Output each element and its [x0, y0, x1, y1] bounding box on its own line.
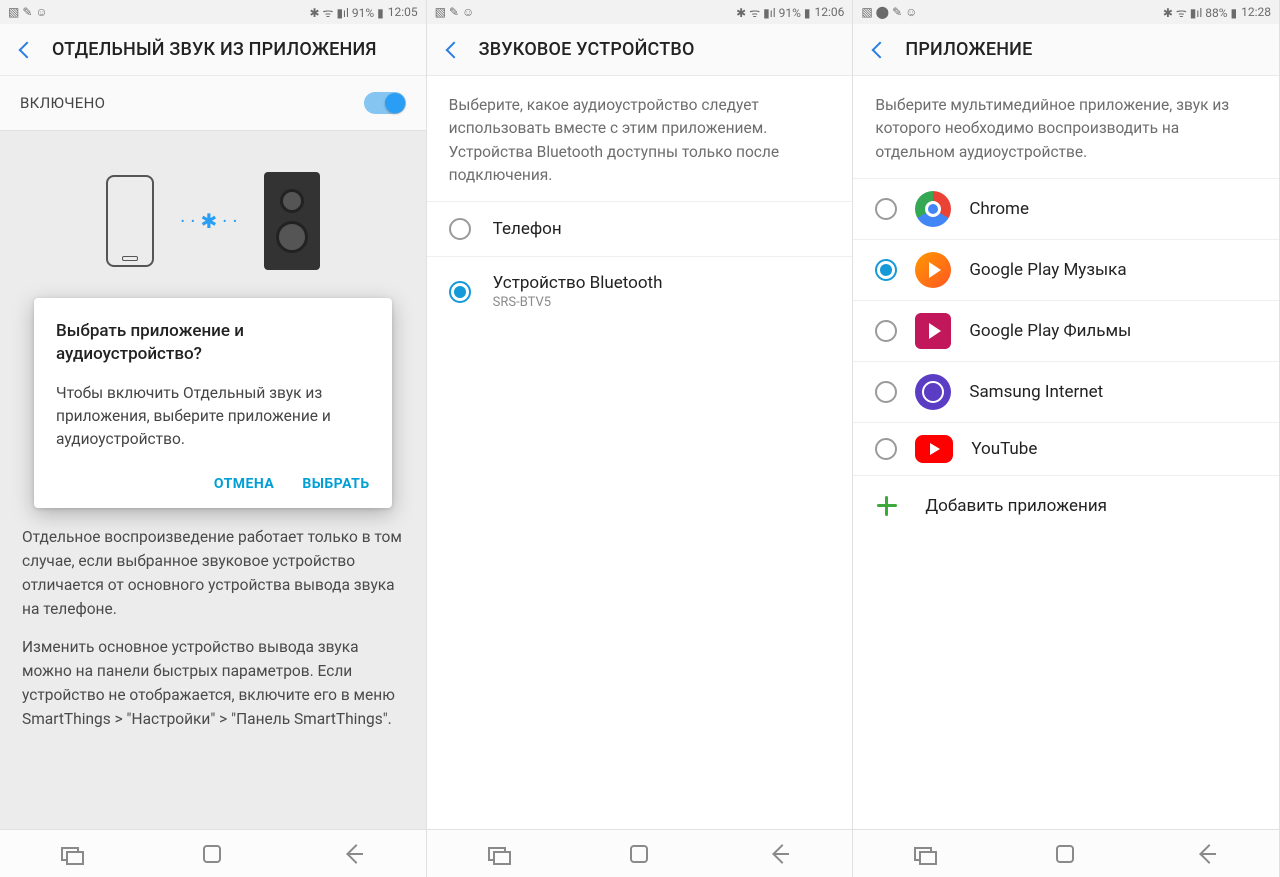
back-icon[interactable] — [16, 40, 36, 60]
back-nav-icon[interactable] — [769, 843, 791, 865]
back-nav-icon[interactable] — [343, 843, 365, 865]
app-option-play-music[interactable]: Google Play Музыка — [853, 239, 1279, 300]
device-option-phone[interactable]: Телефон — [427, 201, 853, 256]
app-label: Google Play Фильмы — [969, 321, 1131, 341]
device-option-bluetooth[interactable]: Устройство Bluetooth SRS-BTV5 — [427, 256, 853, 326]
app-option-youtube[interactable]: YouTube — [853, 422, 1279, 475]
play-music-icon — [915, 252, 951, 288]
recents-icon[interactable] — [914, 847, 934, 861]
status-icons: ✱ ᯤ ▮ıl 91% ▮ — [736, 4, 810, 21]
dialog-body: Чтобы включить Отдельный звук из приложе… — [56, 382, 370, 452]
status-left: ▧ ⬤ ✎ ☺ — [861, 5, 917, 19]
select-button[interactable]: ВЫБРАТЬ — [302, 476, 369, 492]
dialog-title: Выбрать приложение и аудиоустройство? — [56, 320, 370, 366]
radio-icon[interactable] — [449, 218, 471, 240]
phone-icon — [106, 175, 154, 267]
back-icon[interactable] — [443, 40, 463, 60]
illustration: · · ✱ · · — [0, 131, 426, 311]
page-title: ЗВУКОВОЕ УСТРОЙСТВО — [479, 39, 695, 60]
navbar — [853, 829, 1279, 877]
status-time: 12:06 — [814, 5, 844, 19]
speaker-icon — [264, 172, 320, 270]
samsung-internet-icon — [915, 374, 951, 410]
app-label: Samsung Internet — [969, 382, 1103, 402]
screen-audio-device: ▧ ✎ ☺ ✱ ᯤ ▮ıl 91% ▮ 12:06 ЗВУКОВОЕ УСТРО… — [427, 0, 854, 877]
home-icon[interactable] — [203, 845, 221, 863]
header: ОТДЕЛЬНЫЙ ЗВУК ИЗ ПРИЛОЖЕНИЯ — [0, 24, 426, 76]
dialog: Выбрать приложение и аудиоустройство? Чт… — [34, 298, 392, 508]
status-icons: ✱ ᯤ ▮ıl 88% ▮ — [1163, 4, 1237, 21]
para2: Изменить основное устройство вывода звук… — [22, 635, 404, 731]
app-option-play-movies[interactable]: Google Play Фильмы — [853, 300, 1279, 361]
status-right: ✱ ᯤ ▮ıl 91% ▮ 12:06 — [736, 4, 844, 21]
option-label: Телефон — [493, 219, 562, 239]
radio-icon[interactable] — [875, 381, 897, 403]
content: Выберите мультимедийное приложение, звук… — [853, 76, 1279, 829]
radio-icon[interactable] — [875, 198, 897, 220]
description: Выберите мультимедийное приложение, звук… — [853, 76, 1279, 178]
app-label: Chrome — [969, 199, 1029, 219]
page-title: ПРИЛОЖЕНИЕ — [905, 39, 1032, 60]
status-right: ✱ ᯤ ▮ıl 88% ▮ 12:28 — [1163, 4, 1271, 21]
play-movies-icon — [915, 313, 951, 349]
header: ЗВУКОВОЕ УСТРОЙСТВО — [427, 24, 853, 76]
status-left: ▧ ✎ ☺ — [435, 5, 475, 19]
add-apps-label: Добавить приложения — [925, 496, 1107, 516]
chrome-icon — [915, 191, 951, 227]
radio-icon[interactable] — [875, 438, 897, 460]
plus-icon — [875, 494, 899, 518]
add-apps-row[interactable]: Добавить приложения — [853, 475, 1279, 536]
radio-icon[interactable] — [449, 281, 471, 303]
page-title: ОТДЕЛЬНЫЙ ЗВУК ИЗ ПРИЛОЖЕНИЯ — [52, 39, 377, 60]
recents-icon[interactable] — [488, 847, 508, 861]
dialog-actions: ОТМЕНА ВЫБРАТЬ — [56, 476, 370, 498]
header: ПРИЛОЖЕНИЕ — [853, 24, 1279, 76]
home-icon[interactable] — [630, 845, 648, 863]
toggle-switch-icon[interactable] — [364, 92, 406, 114]
back-icon[interactable] — [869, 40, 889, 60]
screen-application: ▧ ⬤ ✎ ☺ ✱ ᯤ ▮ıl 88% ▮ 12:28 ПРИЛОЖЕНИЕ В… — [853, 0, 1280, 877]
back-nav-icon[interactable] — [1196, 843, 1218, 865]
status-right: ✱ ᯤ ▮ıl 91% ▮ 12:05 — [309, 4, 417, 21]
para1: Отдельное воспроизведение работает тольк… — [22, 525, 404, 621]
status-bar: ▧ ✎ ☺ ✱ ᯤ ▮ıl 91% ▮ 12:06 — [427, 0, 853, 24]
radio-icon[interactable] — [875, 320, 897, 342]
status-icons: ✱ ᯤ ▮ıl 91% ▮ — [309, 4, 383, 21]
status-time: 12:05 — [388, 5, 418, 19]
bluetooth-icon: · · ✱ · · — [180, 209, 238, 233]
navbar — [427, 829, 853, 877]
app-option-samsung-internet[interactable]: Samsung Internet — [853, 361, 1279, 422]
description: Выберите, какое аудиоустройство следует … — [427, 76, 853, 201]
option-label: Устройство Bluetooth — [493, 273, 663, 293]
option-sublabel: SRS-BTV5 — [493, 295, 663, 310]
home-icon[interactable] — [1056, 845, 1074, 863]
status-bar: ▧ ⬤ ✎ ☺ ✱ ᯤ ▮ıl 88% ▮ 12:28 — [853, 0, 1279, 24]
app-option-chrome[interactable]: Chrome — [853, 178, 1279, 239]
description-text: Отдельное воспроизведение работает тольк… — [0, 511, 426, 745]
status-bar: ▧ ✎ ☺ ✱ ᯤ ▮ıl 91% ▮ 12:05 — [0, 0, 426, 24]
navbar — [0, 829, 426, 877]
enable-toggle-row[interactable]: ВКЛЮЧЕНО — [0, 76, 426, 131]
recents-icon[interactable] — [61, 847, 81, 861]
app-label: YouTube — [971, 439, 1037, 459]
content: Выберите, какое аудиоустройство следует … — [427, 76, 853, 829]
app-label: Google Play Музыка — [969, 260, 1126, 280]
status-time: 12:28 — [1241, 5, 1271, 19]
youtube-icon — [915, 435, 953, 463]
cancel-button[interactable]: ОТМЕНА — [214, 476, 274, 492]
toggle-label: ВКЛЮЧЕНО — [20, 94, 105, 112]
radio-icon[interactable] — [875, 259, 897, 281]
status-left: ▧ ✎ ☺ — [8, 5, 48, 19]
screen-separate-app-sound: ▧ ✎ ☺ ✱ ᯤ ▮ıl 91% ▮ 12:05 ОТДЕЛЬНЫЙ ЗВУК… — [0, 0, 427, 877]
